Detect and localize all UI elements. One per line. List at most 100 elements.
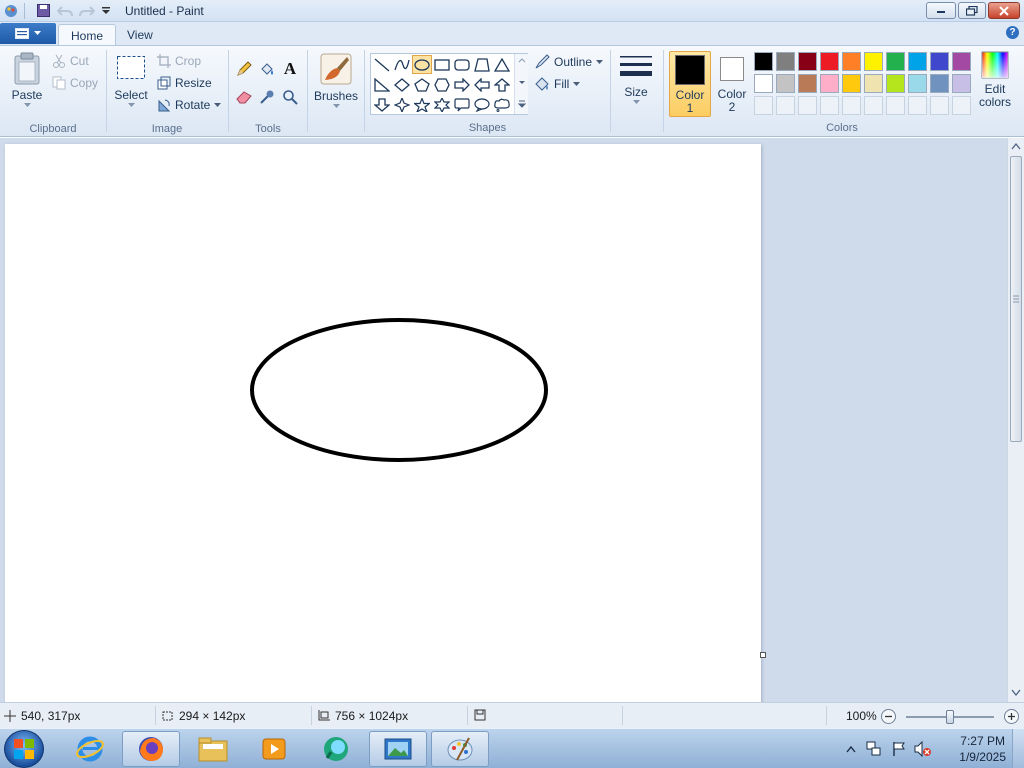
start-button[interactable] [4,730,44,768]
zoom-out-button[interactable] [881,709,896,724]
tab-home[interactable]: Home [58,24,117,45]
custom-color-slot[interactable] [820,96,839,115]
palette-color-swatch[interactable] [864,52,883,71]
palette-color-swatch[interactable] [798,52,817,71]
photo-viewer-taskbar-button[interactable] [369,731,427,767]
color2-button[interactable]: Color 2 [712,51,752,117]
copy-button[interactable]: Copy [52,76,98,90]
firefox-taskbar-button[interactable] [122,731,180,767]
zoom-slider[interactable] [906,710,994,724]
rotate-button[interactable]: Rotate [157,98,222,112]
show-hidden-icons[interactable] [846,745,856,753]
five-point-star-shape-icon[interactable] [412,95,432,114]
palette-color-swatch[interactable] [776,74,795,93]
close-button[interactable] [988,2,1020,19]
zoom-in-button[interactable] [1004,709,1019,724]
palette-color-swatch[interactable] [754,52,773,71]
shapes-scrollbar[interactable] [514,54,528,114]
rectangle-shape-icon[interactable] [432,55,452,74]
outline-button[interactable]: Outline [534,54,604,70]
custom-color-slot[interactable] [886,96,905,115]
restore-button[interactable] [958,2,986,19]
customize-quick-access-icon[interactable] [97,2,115,19]
action-center-flag-icon[interactable] [891,741,907,757]
oval-shape-icon[interactable] [412,55,432,74]
fill-button[interactable]: Fill [534,76,581,92]
four-point-star-shape-icon[interactable] [392,95,412,114]
up-arrow-shape-icon[interactable] [492,75,512,94]
custom-color-slot[interactable] [842,96,861,115]
custom-color-slot[interactable] [754,96,773,115]
cloud-callout-shape-icon[interactable] [492,95,512,114]
volume-muted-icon[interactable] [914,741,932,757]
scroll-thumb[interactable] [1010,156,1022,442]
internet-explorer-taskbar-button[interactable] [61,731,119,767]
canvas-resize-handle[interactable] [760,652,766,658]
pentagon-shape-icon[interactable] [412,75,432,94]
messenger-taskbar-button[interactable] [307,731,365,767]
cut-button[interactable]: Cut [52,54,89,68]
palette-color-swatch[interactable] [754,74,773,93]
palette-color-swatch[interactable] [842,74,861,93]
brushes-button[interactable]: Brushes [312,52,360,109]
minimize-button[interactable] [926,2,956,19]
text-tool[interactable]: A [279,59,301,79]
oval-callout-shape-icon[interactable] [472,95,492,114]
media-player-taskbar-button[interactable] [245,731,303,767]
paste-button[interactable]: Paste [6,52,48,108]
palette-color-swatch[interactable] [908,74,927,93]
hexagon-shape-icon[interactable] [432,75,452,94]
left-arrow-shape-icon[interactable] [472,75,492,94]
curve-shape-icon[interactable] [392,55,412,74]
rounded-rectangle-shape-icon[interactable] [452,55,472,74]
palette-color-swatch[interactable] [952,74,971,93]
color-picker-tool[interactable] [256,87,278,107]
triangle-shape-icon[interactable] [492,55,512,74]
select-button[interactable]: Select [113,54,149,108]
file-explorer-taskbar-button[interactable] [184,731,242,767]
paint-taskbar-button[interactable] [431,731,489,767]
down-arrow-shape-icon[interactable] [372,95,392,114]
eraser-tool[interactable] [233,87,255,107]
palette-color-swatch[interactable] [864,74,883,93]
resize-button[interactable]: Resize [157,76,212,90]
redo-icon[interactable] [78,2,96,19]
crop-button[interactable]: Crop [157,54,201,68]
custom-color-slot[interactable] [776,96,795,115]
zoom-slider-thumb[interactable] [946,710,954,724]
edit-colors-button[interactable]: Edit colors [974,51,1016,108]
palette-color-swatch[interactable] [886,52,905,71]
palette-color-swatch[interactable] [908,52,927,71]
network-icon[interactable] [866,741,882,757]
paint-menu-button[interactable] [0,23,56,44]
drawn-ellipse[interactable] [250,318,548,462]
diamond-shape-icon[interactable] [392,75,412,94]
palette-color-swatch[interactable] [930,52,949,71]
custom-color-slot[interactable] [908,96,927,115]
show-desktop-button[interactable] [1012,729,1024,768]
palette-color-swatch[interactable] [798,74,817,93]
fill-tool[interactable] [256,59,278,79]
taskbar-clock[interactable]: 7:27 PM 1/9/2025 [959,733,1006,765]
palette-color-swatch[interactable] [820,74,839,93]
line-shape-icon[interactable] [372,55,392,74]
vertical-scrollbar[interactable] [1007,138,1024,702]
color1-button[interactable]: Color 1 [669,51,711,117]
custom-color-slot[interactable] [930,96,949,115]
right-triangle-shape-icon[interactable] [372,75,392,94]
rectangular-callout-shape-icon[interactable] [452,95,472,114]
magnifier-tool[interactable] [279,87,301,107]
pencil-tool[interactable] [233,59,255,79]
six-point-star-shape-icon[interactable] [432,95,452,114]
palette-color-swatch[interactable] [886,74,905,93]
palette-color-swatch[interactable] [952,52,971,71]
palette-color-swatch[interactable] [930,74,949,93]
custom-color-slot[interactable] [864,96,883,115]
size-button[interactable]: Size [615,53,657,105]
right-arrow-shape-icon[interactable] [452,75,472,94]
custom-color-slot[interactable] [798,96,817,115]
help-icon[interactable]: ? [1006,26,1019,39]
paint-app-icon[interactable] [2,2,20,19]
tab-view[interactable]: View [115,24,165,45]
polygon-shape-icon[interactable] [472,55,492,74]
